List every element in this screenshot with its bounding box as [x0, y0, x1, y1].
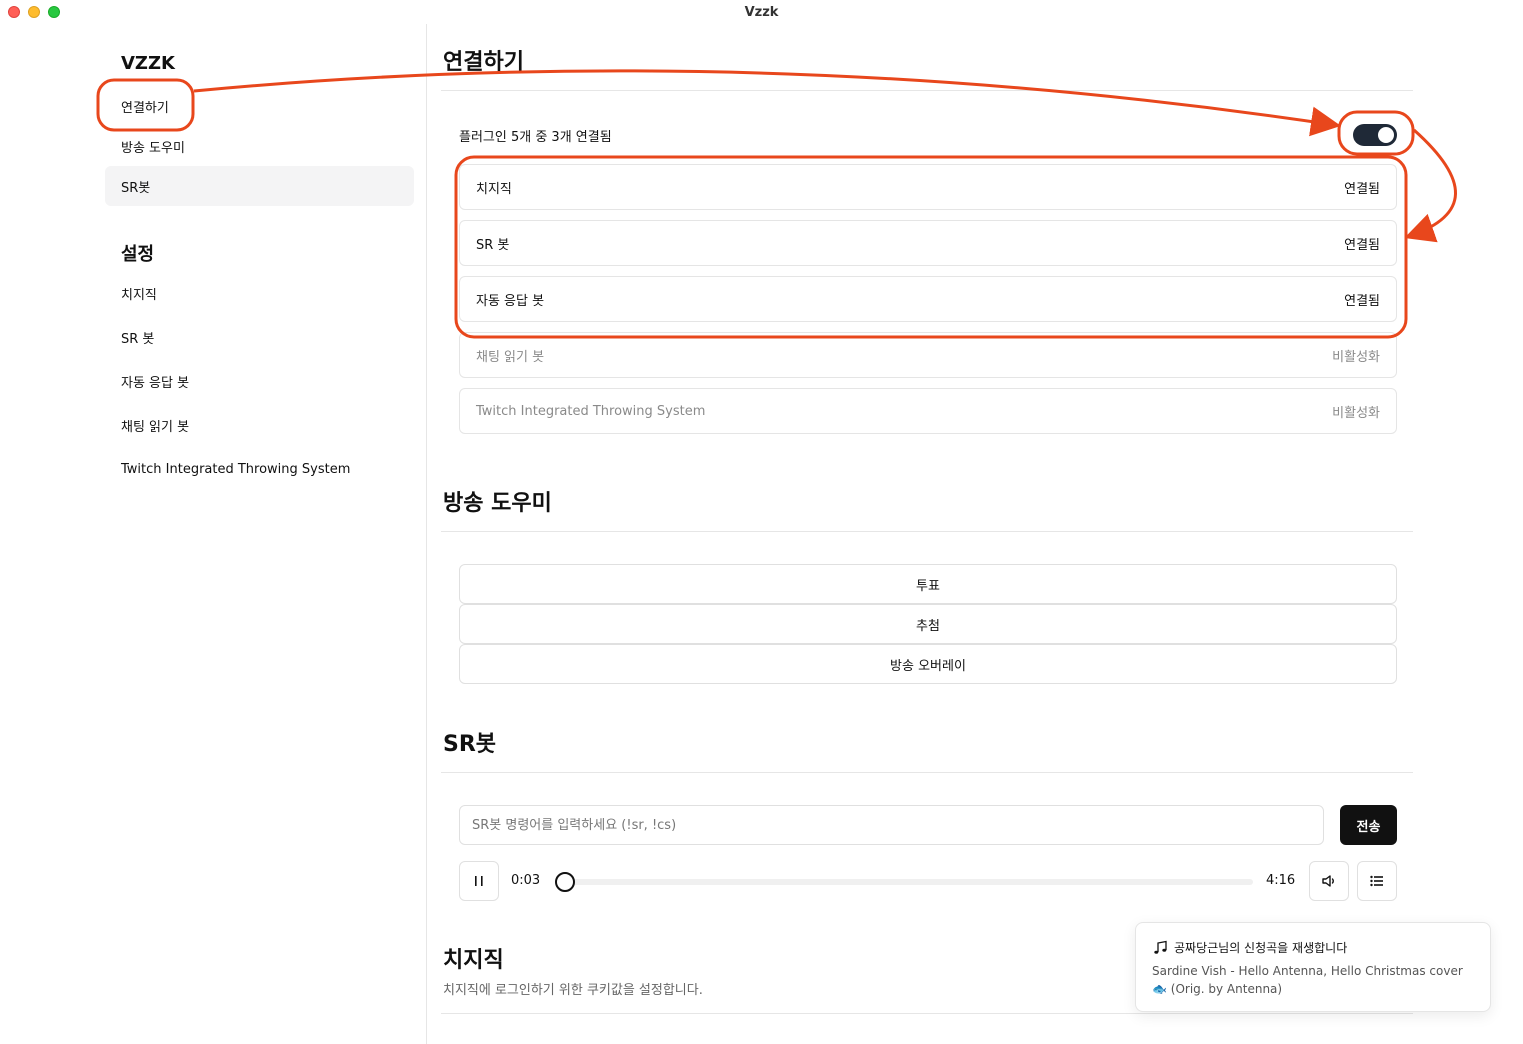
toast-song-line: Sardine Vish - Hello Antenna, Hello Chri… — [1152, 964, 1463, 978]
app-title: VZZK — [121, 53, 175, 74]
plugin-status: 비활성화 — [1332, 349, 1380, 365]
plugin-row-chzzk[interactable]: 치지직 연결됨 — [459, 164, 1397, 210]
plugin-name: Twitch Integrated Throwing System — [476, 403, 706, 419]
chzzk-description: 치지직에 로그인하기 위한 쿠키값을 설정합니다. — [443, 983, 703, 998]
sidebar-item-twitch-throwing[interactable]: Twitch Integrated Throwing System — [105, 449, 414, 489]
toggle-knob — [1378, 127, 1394, 143]
sidebar-item-srbot[interactable]: SR봇 — [105, 166, 414, 206]
srbot-section-title: SR봇 — [443, 732, 497, 757]
current-time: 0:03 — [511, 873, 541, 888]
srbot-command-input[interactable] — [459, 805, 1324, 845]
connect-section-title: 연결하기 — [443, 50, 524, 75]
plugin-row-chat-read[interactable]: 채팅 읽기 봇 비활성화 — [459, 332, 1397, 378]
divider — [441, 772, 1413, 773]
settings-title: 설정 — [121, 244, 155, 265]
plugin-name: 자동 응답 봇 — [476, 293, 545, 309]
sidebar-item-chzzk[interactable]: 치지직 — [105, 273, 414, 313]
toast-title: 공짜당근님의 신청곡을 재생합니다 — [1174, 941, 1348, 955]
vote-button[interactable]: 투표 — [459, 564, 1397, 604]
plugin-row-srbot[interactable]: SR 봇 연결됨 — [459, 220, 1397, 266]
sidebar-item-srbot-settings[interactable]: SR 봇 — [105, 317, 414, 357]
pause-button[interactable] — [459, 861, 499, 901]
send-button[interactable]: 전송 — [1340, 805, 1397, 845]
window-title: Vzzk — [744, 4, 779, 20]
plugin-name: 치지직 — [476, 181, 512, 197]
raffle-button[interactable]: 추첨 — [459, 604, 1397, 644]
playlist-button[interactable] — [1357, 861, 1397, 901]
broadcast-section-title: 방송 도우미 — [443, 491, 552, 516]
sidebar-item-broadcast-helper[interactable]: 방송 도우미 — [105, 126, 414, 166]
overlay-button[interactable]: 방송 오버레이 — [459, 644, 1397, 684]
divider — [441, 531, 1413, 532]
total-time: 4:16 — [1266, 873, 1296, 888]
chzzk-section-title: 치지직 — [443, 948, 504, 973]
close-window-button[interactable] — [8, 6, 20, 18]
toast-origin-line: 🐟 (Orig. by Antenna) — [1152, 982, 1283, 996]
seek-slider[interactable] — [555, 872, 1253, 892]
music-note-icon — [1154, 940, 1167, 954]
plugin-status: 연결됨 — [1344, 293, 1380, 309]
seek-thumb[interactable] — [555, 872, 576, 892]
minimize-window-button[interactable] — [28, 6, 40, 18]
sidebar-item-connect[interactable]: 연결하기 — [105, 86, 414, 126]
window-controls — [8, 6, 60, 18]
volume-button[interactable] — [1309, 861, 1349, 901]
main-content: 연결하기 플러그인 5개 중 3개 연결됨 치지직 연결됨 SR 봇 연결됨 자… — [427, 24, 1523, 1044]
maximize-window-button[interactable] — [48, 6, 60, 18]
plugin-row-twitch-throwing[interactable]: Twitch Integrated Throwing System 비활성화 — [459, 388, 1397, 434]
list-icon — [1370, 875, 1383, 887]
sidebar-item-chat-read-bot[interactable]: 채팅 읽기 봇 — [105, 405, 414, 445]
plugin-row-auto-reply[interactable]: 자동 응답 봇 연결됨 — [459, 276, 1397, 322]
plugin-name: SR 봇 — [476, 237, 510, 253]
plugin-status: 연결됨 — [1344, 181, 1380, 197]
volume-icon — [1322, 875, 1334, 887]
title-bar: Vzzk — [0, 0, 1523, 24]
plugins-toggle[interactable] — [1353, 124, 1397, 146]
divider — [441, 90, 1413, 91]
pause-icon — [475, 876, 483, 886]
plugin-name: 채팅 읽기 봇 — [476, 349, 545, 365]
sidebar-item-auto-reply-bot[interactable]: 자동 응답 봇 — [105, 361, 414, 401]
now-playing-toast: 공짜당근님의 신청곡을 재생합니다 Sardine Vish - Hello A… — [1135, 922, 1491, 1012]
plugin-status: 연결됨 — [1344, 237, 1380, 253]
plugin-summary: 플러그인 5개 중 3개 연결됨 — [459, 130, 612, 145]
sidebar: VZZK 연결하기 방송 도우미 SR봇 설정 치지직 SR 봇 자동 응답 봇… — [0, 24, 427, 1044]
divider — [441, 1013, 1413, 1014]
plugin-status: 비활성화 — [1332, 405, 1380, 421]
